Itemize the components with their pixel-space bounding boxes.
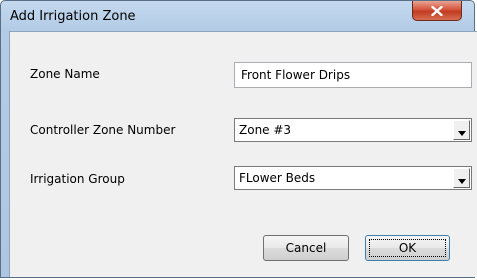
controller-zone-number-select[interactable]: Zone #3 (234, 118, 472, 142)
irrigation-group-label: Irrigation Group (30, 172, 125, 186)
title-bar[interactable]: Add Irrigation Zone (1, 1, 474, 31)
irrigation-group-select[interactable]: FLower Beds (234, 166, 472, 190)
controller-zone-number-value: Zone #3 (239, 123, 292, 137)
dropdown-arrow-button[interactable] (453, 120, 470, 140)
close-icon (431, 5, 443, 16)
dropdown-arrow-button[interactable] (453, 168, 470, 188)
controller-zone-number-label: Controller Zone Number (30, 123, 176, 137)
irrigation-group-value: FLower Beds (239, 171, 316, 185)
chevron-down-icon (457, 169, 466, 188)
ok-button-label: OK (398, 241, 417, 255)
ok-button[interactable]: OK (365, 235, 450, 261)
zone-name-label: Zone Name (30, 67, 100, 81)
dialog-client-area: Zone Name Front Flower Drips Controller … (9, 31, 477, 277)
close-button[interactable] (412, 1, 462, 21)
zone-name-input[interactable]: Front Flower Drips (234, 62, 472, 88)
cancel-button[interactable]: Cancel (263, 235, 349, 261)
window-title: Add Irrigation Zone (10, 9, 136, 24)
dialog-window: Add Irrigation Zone Zone Name Front Flow… (0, 0, 477, 278)
chevron-down-icon (457, 121, 466, 140)
